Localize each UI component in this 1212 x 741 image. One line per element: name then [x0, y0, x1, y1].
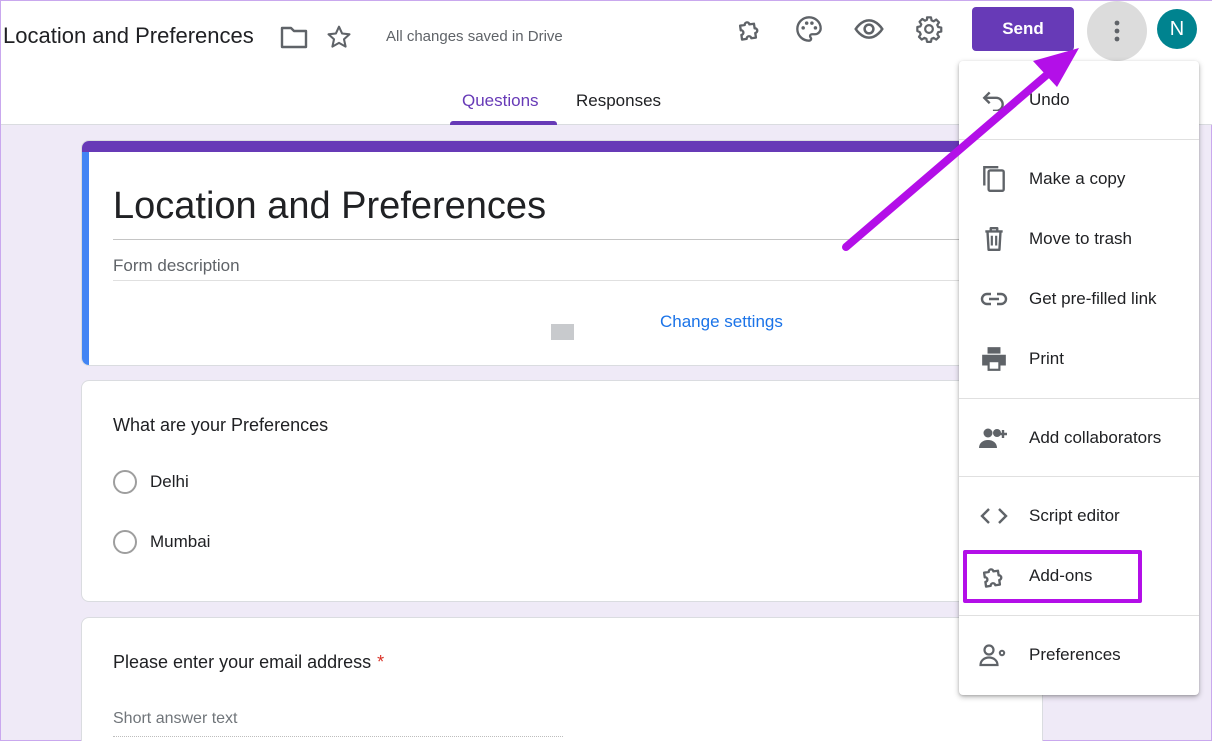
annotation-arrow: [842, 48, 1079, 251]
